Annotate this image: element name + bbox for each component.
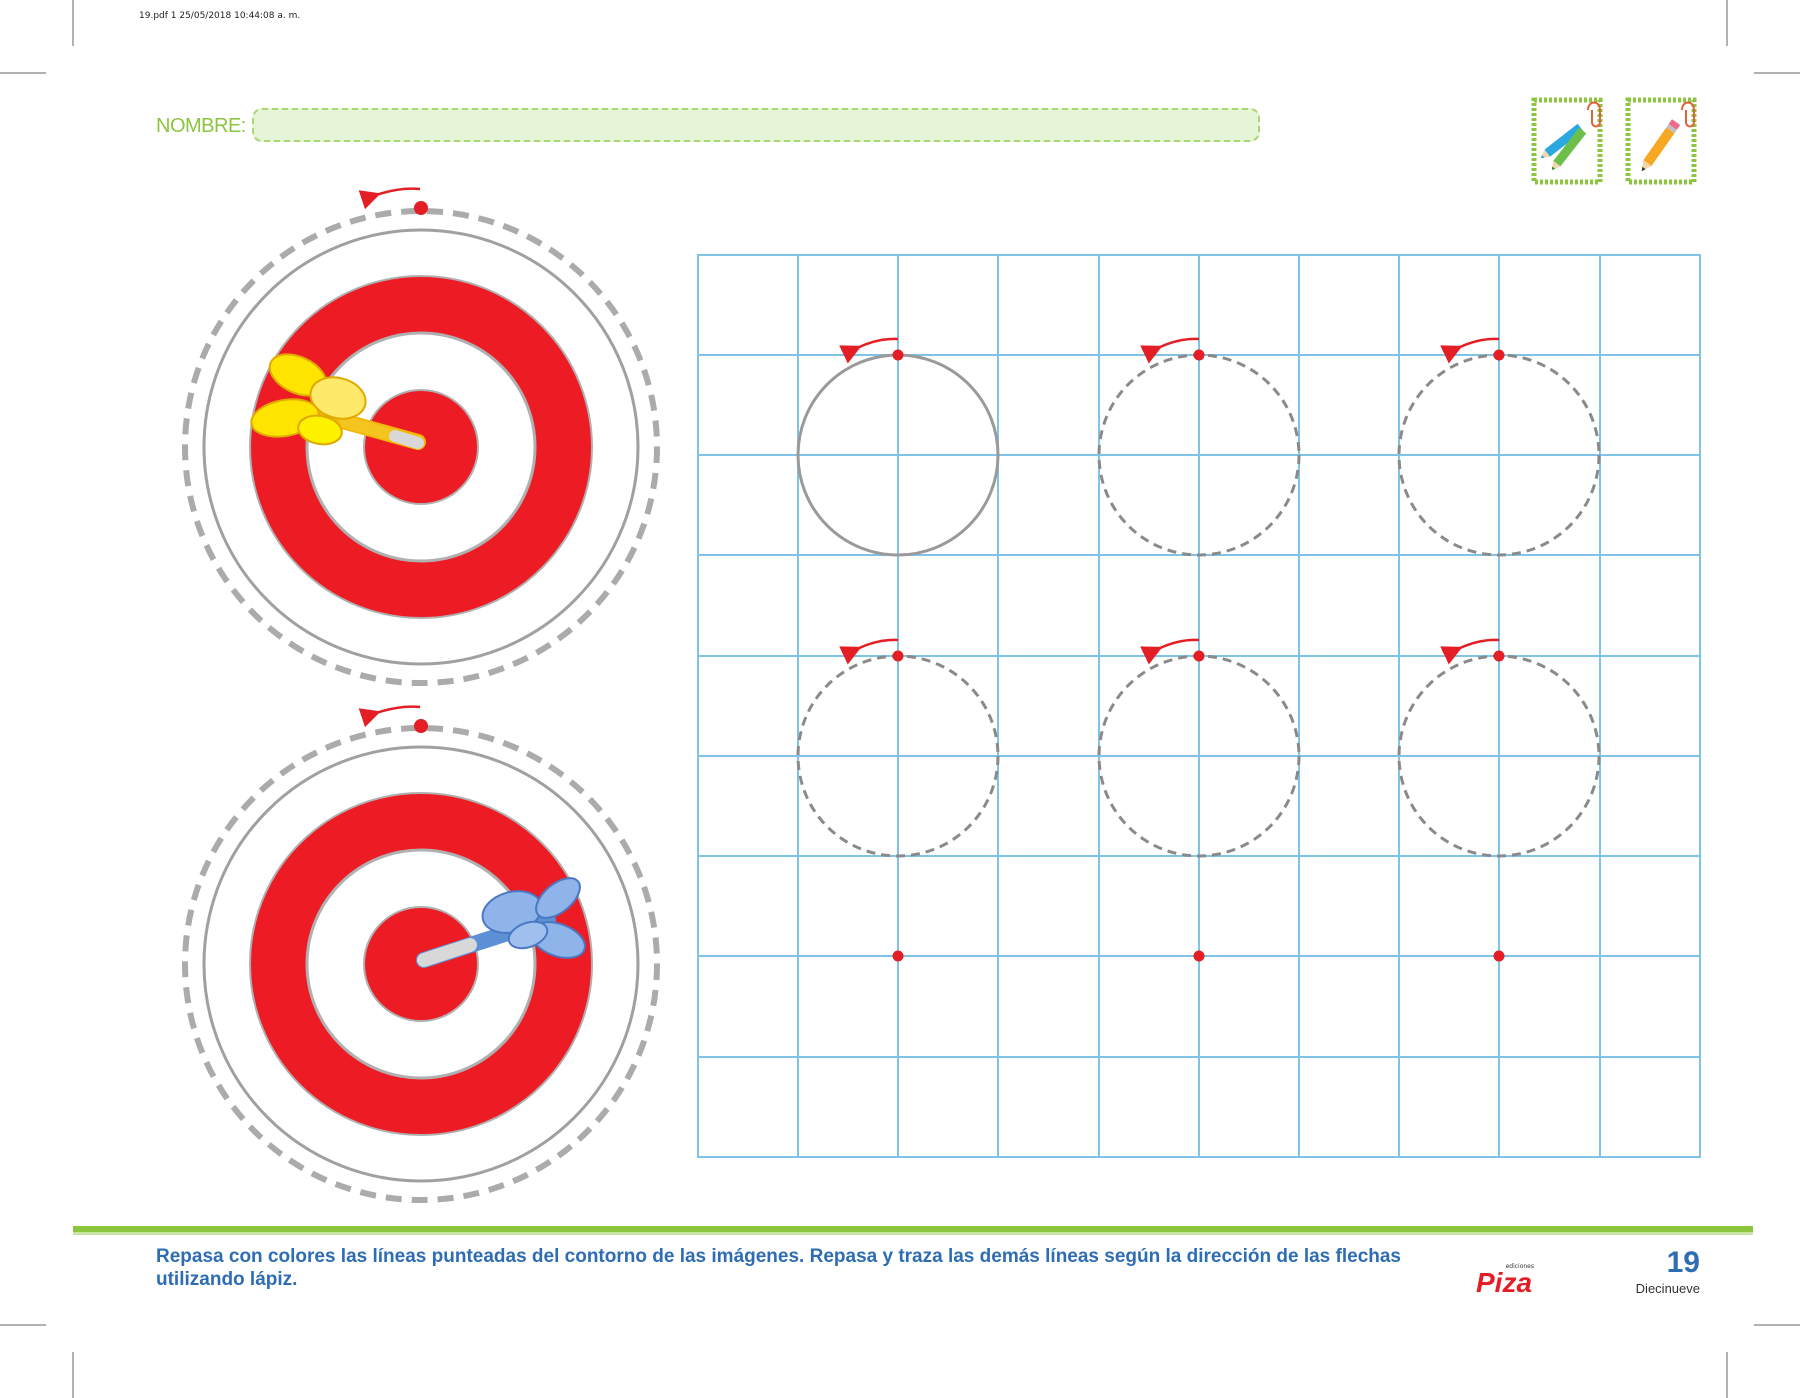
free-draw-start-dot [892,950,904,962]
tracing-grid [697,254,1701,1158]
free-draw-start-dot [1493,950,1505,962]
direction-arrows [839,337,1500,665]
start-dot [414,201,428,215]
direction-arrow [358,705,421,728]
publisher-logo: ediciones Piza [1474,1262,1554,1298]
footer-divider-shade [73,1232,1753,1235]
target-board-yellow-dart [182,187,660,686]
free-draw-start-dot [1193,950,1205,962]
target-board-blue-dart [182,705,660,1203]
svg-text:Piza: Piza [1476,1267,1532,1294]
page-number-word: Diecinueve [1635,1281,1700,1296]
direction-arrow [358,187,421,210]
instructions-text: Repasa con colores las líneas punteadas … [156,1246,1402,1290]
start-dot [414,719,428,733]
worksheet [182,187,1701,1203]
page-number: 19 [1666,1246,1700,1279]
